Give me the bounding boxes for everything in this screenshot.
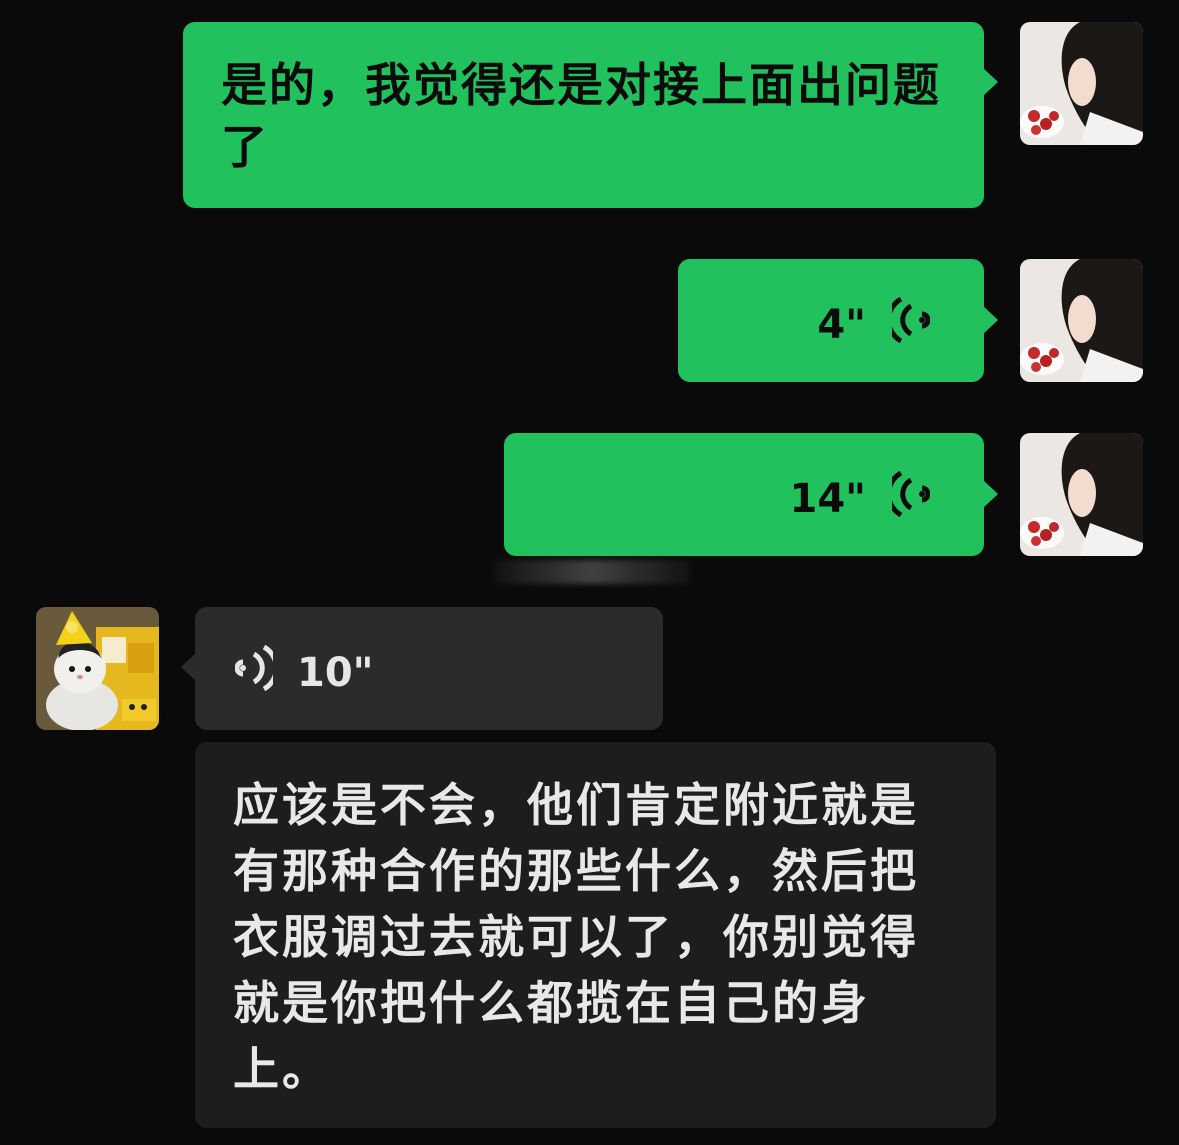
message-bubble-theirs[interactable]: 应该是不会，他们肯定附近就是有那种合作的那些什么，然后把衣服调过去就可以了，你别… [195, 742, 996, 1128]
bubble-tail [181, 653, 196, 681]
voice-wave-icon [886, 470, 931, 527]
voice-duration: 4" [817, 302, 866, 348]
my-avatar[interactable] [1020, 22, 1143, 145]
message-text: 是的，我觉得还是对接上面出问题了 [221, 58, 941, 174]
voice-message-theirs[interactable]: 10" [181, 607, 663, 730]
contact-avatar[interactable] [36, 607, 159, 730]
blurred-timestamp [492, 560, 692, 584]
voice-duration: 14" [789, 476, 866, 522]
my-avatar[interactable] [1020, 259, 1143, 382]
bubble-tail [983, 68, 998, 96]
message-bubble-mine[interactable]: 是的，我觉得还是对接上面出问题了 [183, 22, 998, 208]
voice-message-mine[interactable]: 4" [678, 259, 998, 382]
message-text: 应该是不会，他们肯定附近就是有那种合作的那些什么，然后把衣服调过去就可以了，你别… [233, 778, 919, 1096]
bubble-tail [983, 480, 998, 508]
voice-message-mine[interactable]: 14" [504, 433, 998, 556]
bubble-tail [983, 306, 998, 334]
voice-duration: 10" [297, 650, 374, 696]
voice-wave-icon [886, 296, 931, 353]
voice-wave-icon [234, 644, 279, 701]
my-avatar[interactable] [1020, 433, 1143, 556]
